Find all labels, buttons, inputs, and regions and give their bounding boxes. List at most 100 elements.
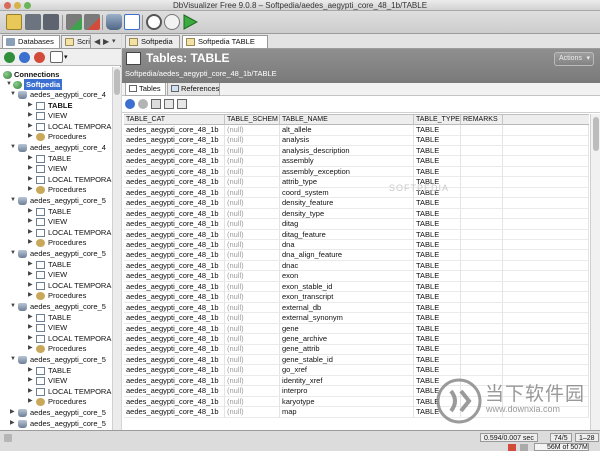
cell-filler[interactable]: [503, 156, 589, 167]
cell-remarks[interactable]: [461, 250, 503, 261]
collapsed-arrow-icon[interactable]: ▶: [10, 407, 16, 418]
table-row[interactable]: aedes_aegypti_core_48_1b (null) karyotype T…: [124, 396, 589, 408]
cell-table-cat[interactable]: aedes_aegypti_core_48_1b: [124, 135, 225, 146]
cell-table-type[interactable]: TABLE: [414, 260, 461, 271]
cell-table-name[interactable]: dna: [280, 239, 414, 250]
table-row[interactable]: aedes_aegypti_core_48_1b (null) gene TABLE: [124, 323, 589, 335]
cell-table-schem[interactable]: (null): [225, 292, 280, 303]
cell-table-name[interactable]: external_db: [280, 302, 414, 313]
cell-filler[interactable]: [503, 229, 589, 240]
cell-filler[interactable]: [503, 375, 589, 386]
cell-filler[interactable]: [503, 125, 589, 135]
tree-node-table[interactable]: ▶ VIEW: [0, 216, 112, 227]
cell-remarks[interactable]: [461, 281, 503, 292]
cell-table-cat[interactable]: aedes_aegypti_core_48_1b: [124, 281, 225, 292]
grid-scrollbar[interactable]: [590, 114, 600, 430]
collapsed-arrow-icon[interactable]: ▶: [28, 259, 34, 270]
cell-table-name[interactable]: dna_align_feature: [280, 250, 414, 261]
cell-table-cat[interactable]: aedes_aegypti_core_48_1b: [124, 260, 225, 271]
table-row[interactable]: aedes_aegypti_core_48_1b (null) exon_stabl…: [124, 281, 589, 293]
save-icon[interactable]: [25, 14, 41, 30]
tree-node-table[interactable]: ▶ TABLE: [0, 312, 112, 323]
cell-remarks[interactable]: [461, 365, 503, 376]
cell-table-schem[interactable]: (null): [225, 354, 280, 365]
cell-table-name[interactable]: exon_stable_id: [280, 281, 414, 292]
cell-table-type[interactable]: TABLE: [414, 344, 461, 355]
table-row[interactable]: aedes_aegypti_core_48_1b (null) assembly TA…: [124, 156, 589, 167]
disconnect-icon[interactable]: [43, 14, 59, 30]
cell-filler[interactable]: [503, 271, 589, 282]
cell-remarks[interactable]: [461, 375, 503, 386]
tree-node-db[interactable]: ▼ aedes_aegypti_core_4: [0, 142, 112, 153]
cell-remarks[interactable]: [461, 344, 503, 355]
table-row[interactable]: aedes_aegypti_core_48_1b (null) exon_trans…: [124, 292, 589, 303]
grid-scroll-thumb[interactable]: [593, 117, 599, 151]
cell-remarks[interactable]: [461, 198, 503, 209]
cell-table-name[interactable]: gene_attrib: [280, 344, 414, 355]
expanded-arrow-icon[interactable]: ▼: [10, 301, 16, 312]
tree-node-db[interactable]: ▼ aedes_aegypti_core_5: [0, 301, 112, 312]
cell-table-schem[interactable]: (null): [225, 323, 280, 334]
table-row[interactable]: aedes_aegypti_core_48_1b (null) identity_x…: [124, 375, 589, 387]
cell-table-type[interactable]: TABLE: [414, 135, 461, 146]
tree-node-db[interactable]: ▼ aedes_aegypti_core_5: [0, 354, 112, 365]
tree-node-db[interactable]: ▶ aedes_aegypti_core_5: [0, 418, 112, 429]
cell-table-schem[interactable]: (null): [225, 313, 280, 324]
table-row[interactable]: aedes_aegypti_core_48_1b (null) ditag TABLE: [124, 219, 589, 230]
cell-table-type[interactable]: TABLE: [414, 250, 461, 261]
cell-filler[interactable]: [503, 239, 589, 250]
table-row[interactable]: aedes_aegypti_core_48_1b (null) assembly_e…: [124, 166, 589, 178]
column-header-remarks[interactable]: REMARKS: [461, 115, 503, 125]
collapsed-arrow-icon[interactable]: ▶: [28, 121, 34, 132]
cell-remarks[interactable]: [461, 125, 503, 135]
cell-table-cat[interactable]: aedes_aegypti_core_48_1b: [124, 292, 225, 303]
tree-node-table[interactable]: ▶ LOCAL TEMPORAR: [0, 333, 112, 344]
cell-filler[interactable]: [503, 365, 589, 376]
cell-table-cat[interactable]: aedes_aegypti_core_48_1b: [124, 229, 225, 240]
cell-table-name[interactable]: alt_allele: [280, 125, 414, 135]
collapsed-arrow-icon[interactable]: ▶: [28, 290, 34, 301]
refresh-grid-icon[interactable]: [125, 99, 135, 109]
collapsed-arrow-icon[interactable]: ▶: [28, 322, 34, 333]
print-grid-icon[interactable]: [177, 99, 187, 109]
cell-table-type[interactable]: TABLE: [414, 156, 461, 167]
cell-table-type[interactable]: TABLE: [414, 166, 461, 177]
tree-node-table[interactable]: ▶ LOCAL TEMPORAR: [0, 227, 112, 238]
collapsed-arrow-icon[interactable]: ▶: [28, 163, 34, 174]
cell-table-name[interactable]: ditag: [280, 219, 414, 230]
cell-remarks[interactable]: [461, 313, 503, 324]
cell-table-cat[interactable]: aedes_aegypti_core_48_1b: [124, 187, 225, 198]
cell-table-schem[interactable]: (null): [225, 396, 280, 407]
cell-remarks[interactable]: [461, 334, 503, 344]
stopwatch-icon[interactable]: [146, 14, 162, 30]
collapsed-arrow-icon[interactable]: ▶: [28, 386, 34, 397]
table-row[interactable]: aedes_aegypti_core_48_1b (null) external_s…: [124, 313, 589, 324]
cell-table-name[interactable]: go_xref: [280, 365, 414, 376]
tree-node-table[interactable]: ▶ LOCAL TEMPORAR: [0, 174, 112, 185]
collapsed-arrow-icon[interactable]: ▶: [28, 131, 34, 142]
cell-table-schem[interactable]: (null): [225, 219, 280, 230]
cell-remarks[interactable]: [461, 177, 503, 188]
cell-table-cat[interactable]: aedes_aegypti_core_48_1b: [124, 344, 225, 355]
cell-table-name[interactable]: exon: [280, 271, 414, 282]
cell-table-schem[interactable]: (null): [225, 375, 280, 386]
cell-table-schem[interactable]: (null): [225, 302, 280, 313]
actions-button[interactable]: Actions ▾: [554, 52, 594, 66]
cell-table-schem[interactable]: (null): [225, 187, 280, 198]
cell-table-schem[interactable]: (null): [225, 229, 280, 240]
tree-node-table[interactable]: ▶ TABLE: [0, 153, 112, 164]
cell-filler[interactable]: [503, 187, 589, 198]
expanded-arrow-icon[interactable]: ▼: [10, 354, 16, 365]
cell-remarks[interactable]: [461, 229, 503, 240]
cell-table-cat[interactable]: aedes_aegypti_core_48_1b: [124, 334, 225, 344]
cell-table-schem[interactable]: (null): [225, 365, 280, 376]
table-row[interactable]: aedes_aegypti_core_48_1b (null) alt_allele…: [124, 125, 589, 136]
cell-table-cat[interactable]: aedes_aegypti_core_48_1b: [124, 313, 225, 324]
cell-table-cat[interactable]: aedes_aegypti_core_48_1b: [124, 239, 225, 250]
cell-remarks[interactable]: [461, 354, 503, 365]
tree-node-proc[interactable]: ▶ Procedures: [0, 131, 112, 142]
cell-table-type[interactable]: TABLE: [414, 125, 461, 135]
tree-node-table[interactable]: ▶ TABLE: [0, 259, 112, 270]
cell-table-cat[interactable]: aedes_aegypti_core_48_1b: [124, 323, 225, 334]
tab-databases[interactable]: Databases: [2, 35, 60, 48]
